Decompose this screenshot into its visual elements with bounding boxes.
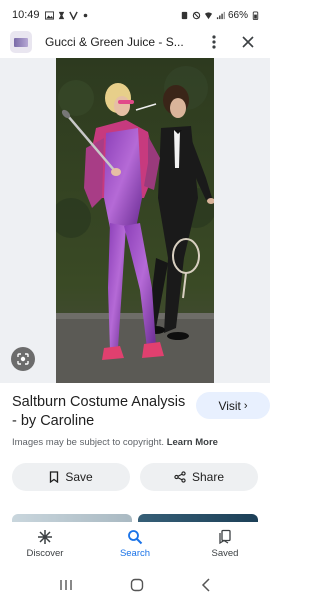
copyright-text: Images may be subject to copyright. (12, 437, 165, 448)
nav-saved-label: Saved (211, 548, 239, 559)
back-icon[interactable] (201, 578, 211, 592)
close-icon[interactable] (239, 33, 257, 51)
result-title[interactable]: Saltburn Costume Analysis - by Caroline (12, 393, 192, 431)
sim-icon (181, 11, 188, 19)
nav-discover[interactable]: Discover (10, 528, 80, 559)
nav-search[interactable]: Search (100, 528, 170, 559)
status-bar: 10:49 66% (0, 0, 270, 30)
site-favicon (10, 31, 32, 53)
search-icon (127, 528, 143, 546)
home-icon[interactable] (130, 578, 144, 592)
learn-more-link[interactable]: Learn More (167, 437, 218, 448)
saved-icon (217, 528, 233, 546)
nav-discover-label: Discover (26, 548, 64, 559)
bottom-navigation: Discover Search Saved (0, 522, 270, 568)
google-lens-icon[interactable] (11, 347, 35, 371)
chevron-right-icon: › (243, 399, 248, 412)
dot-icon (83, 13, 87, 17)
share-label: Share (191, 470, 225, 484)
share-icon (174, 471, 186, 483)
vine-icon (68, 11, 78, 20)
copyright-notice: Images may be subject to copyright. Lear… (12, 437, 218, 448)
result-image[interactable] (56, 58, 214, 383)
battery-text: 66% (227, 9, 248, 21)
gallery-icon (44, 10, 54, 20)
nav-search-label: Search (119, 548, 151, 559)
nav-saved[interactable]: Saved (190, 528, 260, 559)
more-vert-icon[interactable] (205, 33, 223, 51)
status-right: 66% (180, 10, 260, 21)
notification-icon (58, 11, 64, 19)
discover-icon (37, 528, 53, 546)
recent-apps-icon[interactable] (59, 579, 73, 591)
page-title[interactable]: Gucci & Green Juice - S... (45, 35, 191, 49)
save-button[interactable]: Save (12, 463, 130, 491)
result-header: Gucci & Green Juice - S... (0, 28, 270, 56)
wifi-icon (204, 11, 213, 19)
signal-icon (216, 11, 225, 19)
system-navigation-bar (0, 570, 270, 600)
visit-button[interactable]: Visit › (196, 392, 270, 419)
share-button[interactable]: Share (140, 463, 258, 491)
status-time: 10:49 (12, 9, 40, 21)
save-label: Save (65, 470, 93, 484)
mute-icon (192, 11, 201, 19)
image-preview-area (0, 58, 270, 383)
visit-label: Visit (218, 398, 241, 413)
bookmark-icon (50, 471, 59, 483)
battery-icon (252, 10, 259, 20)
status-left: 10:49 (12, 9, 90, 21)
result-info: Saltburn Costume Analysis - by Caroline … (12, 392, 270, 448)
